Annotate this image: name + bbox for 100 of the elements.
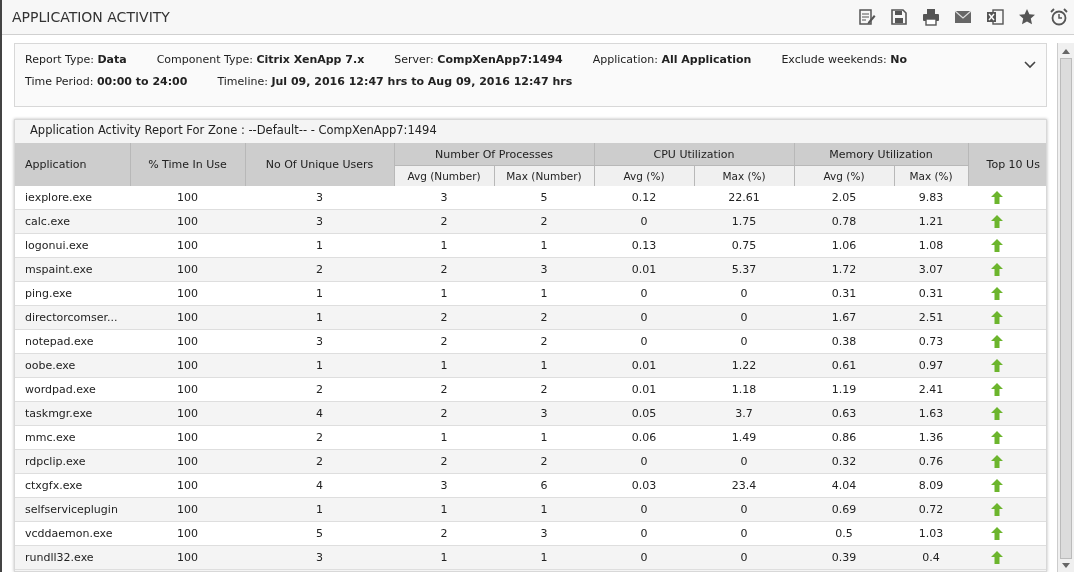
table-cell: 5 xyxy=(245,521,394,546)
up-arrow-icon[interactable] xyxy=(991,287,1004,300)
table-cell: 0.63 xyxy=(794,401,895,426)
column-header[interactable]: Top 10 Us xyxy=(968,143,1046,186)
table-cell: 0 xyxy=(594,209,694,234)
column-header[interactable]: Max (%) xyxy=(694,165,795,186)
up-arrow-icon[interactable] xyxy=(991,383,1004,396)
table-cell: 1 xyxy=(494,497,594,522)
alarm-clock-icon[interactable] xyxy=(1050,8,1068,26)
table-cell: 2 xyxy=(245,449,394,474)
excel-icon[interactable] xyxy=(986,8,1004,26)
table-cell: 0.86 xyxy=(794,425,895,450)
table-cell: 4 xyxy=(245,401,394,426)
column-header[interactable]: Avg (Number) xyxy=(394,165,494,186)
up-arrow-icon[interactable] xyxy=(991,263,1004,276)
table-cell: 2.05 xyxy=(794,186,895,210)
page-title: APPLICATION ACTIVITY xyxy=(12,9,170,25)
up-arrow-icon[interactable] xyxy=(991,335,1004,348)
table-cell: 1 xyxy=(394,281,494,306)
table-cell: 0.72 xyxy=(894,497,969,522)
table-cell: 100 xyxy=(130,305,245,330)
chevron-icon[interactable] xyxy=(1024,61,1036,69)
up-arrow-icon[interactable] xyxy=(991,239,1004,252)
table-cell: 3 xyxy=(245,209,394,234)
table-cell: 0.75 xyxy=(694,233,795,258)
up-arrow-icon[interactable] xyxy=(991,191,1004,204)
save-icon[interactable] xyxy=(890,8,908,26)
table-cell: 0.73 xyxy=(894,329,969,354)
table-cell: mmc.exe xyxy=(15,425,130,450)
table-cell: 100 xyxy=(130,425,245,450)
column-header[interactable]: % Time In Use xyxy=(130,143,245,186)
column-group-header: CPU Utilization xyxy=(594,143,795,166)
table-cell: oobe.exe xyxy=(15,353,130,378)
table-cell: 4 xyxy=(245,473,394,498)
column-header[interactable]: No Of Unique Users xyxy=(245,143,394,186)
table-cell: 100 xyxy=(130,186,245,210)
up-arrow-icon[interactable] xyxy=(991,359,1004,372)
table-cell: 2 xyxy=(394,377,494,402)
table-cell: 0 xyxy=(594,281,694,306)
table-cell: 100 xyxy=(130,233,245,258)
table-cell: 0 xyxy=(694,497,795,522)
table-cell: 0.5 xyxy=(794,521,895,546)
table-cell: 0 xyxy=(594,329,694,354)
table-cell: 1 xyxy=(245,281,394,306)
scrollbar[interactable] xyxy=(1057,43,1074,572)
table-cell: 0.32 xyxy=(794,449,895,474)
table-cell: rdpclip.exe xyxy=(15,449,130,474)
column-header[interactable]: Avg (%) xyxy=(594,165,694,186)
up-arrow-icon[interactable] xyxy=(991,407,1004,420)
table-cell: 8.09 xyxy=(894,473,969,498)
table-cell: 100 xyxy=(130,473,245,498)
edit-document-icon[interactable] xyxy=(858,8,876,26)
up-arrow-icon[interactable] xyxy=(991,455,1004,468)
column-header[interactable]: Max (Number) xyxy=(494,165,594,186)
table-cell: 1.75 xyxy=(694,209,795,234)
table-cell: 1 xyxy=(394,497,494,522)
table-cell: 2 xyxy=(245,377,394,402)
table-cell: 100 xyxy=(130,209,245,234)
table-cell: 1 xyxy=(394,233,494,258)
table-cell: 100 xyxy=(130,449,245,474)
table-cell: 1.36 xyxy=(894,425,969,450)
table-cell: 1 xyxy=(394,545,494,570)
scroll-up-icon[interactable] xyxy=(1062,49,1070,54)
column-header[interactable]: Application xyxy=(15,143,130,186)
table-cell: 2 xyxy=(394,401,494,426)
column-header[interactable]: Max (%) xyxy=(894,165,969,186)
table-cell: 0.01 xyxy=(594,377,694,402)
table-cell: 1.67 xyxy=(794,305,895,330)
table-cell: 3.7 xyxy=(694,401,795,426)
printer-icon[interactable] xyxy=(922,8,940,26)
table-cell: 3 xyxy=(394,186,494,210)
table-cell: 1.72 xyxy=(794,257,895,282)
up-arrow-icon[interactable] xyxy=(991,527,1004,540)
scrollbar-thumb[interactable] xyxy=(1060,58,1072,559)
table-cell: 1 xyxy=(394,425,494,450)
table-cell: ctxgfx.exe xyxy=(15,473,130,498)
table-cell: 0.78 xyxy=(794,209,895,234)
table-cell: 3 xyxy=(494,521,594,546)
table-cell: 2 xyxy=(494,449,594,474)
up-arrow-icon[interactable] xyxy=(991,431,1004,444)
table-cell: 2 xyxy=(394,329,494,354)
scroll-down-icon[interactable] xyxy=(1062,563,1070,568)
up-arrow-icon[interactable] xyxy=(991,551,1004,564)
mail-icon[interactable] xyxy=(954,10,972,24)
report-title: Application Activity Report For Zone : --Default-- - CompXenApp7:1494 xyxy=(29,122,438,139)
filter-text: Timeline: Jul 09, 2016 12:47 hrs to Aug 09, 2016 12:47 hrs xyxy=(217,75,573,88)
up-arrow-icon[interactable] xyxy=(991,479,1004,492)
table-cell: notepad.exe xyxy=(15,329,130,354)
table-cell: 2 xyxy=(494,305,594,330)
table-cell: 3.07 xyxy=(894,257,969,282)
filter-text: Report Type: Data xyxy=(25,53,127,66)
up-arrow-icon[interactable] xyxy=(991,503,1004,516)
table-cell: calc.exe xyxy=(15,209,130,234)
star-icon[interactable] xyxy=(1018,8,1036,26)
up-arrow-icon[interactable] xyxy=(991,215,1004,228)
table-cell: 4.04 xyxy=(794,473,895,498)
table-cell: 100 xyxy=(130,377,245,402)
table-cell: wordpad.exe xyxy=(15,377,130,402)
column-header[interactable]: Avg (%) xyxy=(794,165,895,186)
up-arrow-icon[interactable] xyxy=(991,311,1004,324)
